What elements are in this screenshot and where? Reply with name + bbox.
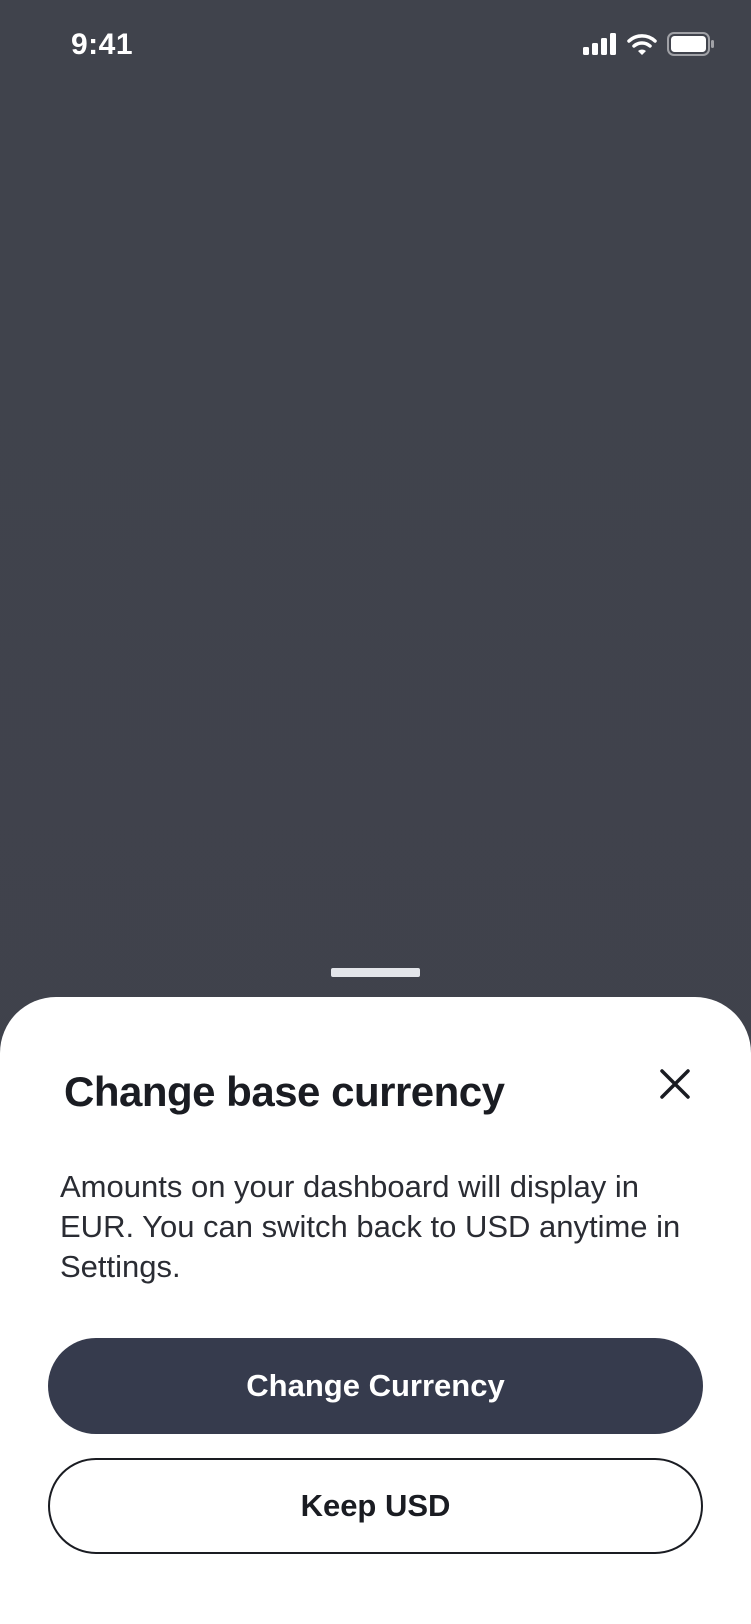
battery-icon <box>667 31 715 61</box>
close-button[interactable] <box>648 1059 702 1113</box>
close-icon <box>659 1068 691 1105</box>
keep-usd-button[interactable]: Keep USD <box>48 1458 703 1554</box>
change-currency-button[interactable]: Change Currency <box>48 1338 703 1434</box>
sheet-description: Amounts on your dashboard will display i… <box>60 1169 681 1284</box>
status-time: 9:41 <box>71 28 134 61</box>
sheet-title: Change base currency <box>64 1068 505 1115</box>
cellular-signal-icon <box>583 32 617 60</box>
bottom-sheet: Change base currency Amounts on your das… <box>0 997 751 1624</box>
status-icons <box>583 31 715 61</box>
status-bar: 9:41 <box>0 0 751 96</box>
wifi-icon <box>627 33 657 60</box>
sheet-grabber[interactable] <box>331 968 420 977</box>
